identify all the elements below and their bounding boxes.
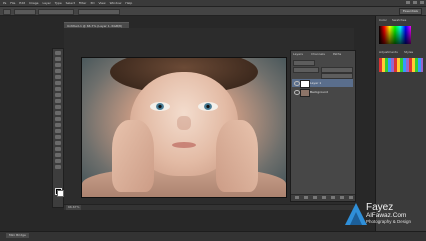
tab-paths[interactable]: Paths	[333, 52, 341, 57]
gradient-tool-icon[interactable]	[55, 117, 61, 121]
photo-nose	[177, 116, 191, 130]
tab-mini-bridge[interactable]: Mini Bridge	[6, 233, 29, 238]
menu-ps-logo[interactable]: Ps	[3, 0, 6, 6]
photo-left-eye	[150, 102, 170, 111]
tab-layers[interactable]: Layers	[293, 52, 303, 57]
dodge-tool-icon[interactable]	[55, 129, 61, 133]
fx-icon[interactable]	[303, 196, 308, 199]
workspace-select[interactable]: Essentials	[398, 8, 422, 15]
menu-help[interactable]: Help	[125, 0, 132, 6]
menu-file[interactable]: File	[10, 0, 15, 6]
brush-tool-icon[interactable]	[55, 93, 61, 97]
menu-select[interactable]: Select	[66, 0, 75, 6]
menu-layer[interactable]: Layer	[42, 0, 50, 6]
clone-stamp-tool-icon[interactable]	[55, 99, 61, 103]
maximize-icon[interactable]	[413, 1, 418, 4]
eraser-tool-icon[interactable]	[55, 111, 61, 115]
layer-name: Layer 1	[310, 81, 322, 85]
mask-icon[interactable]	[312, 196, 317, 199]
show-transform-controls[interactable]	[38, 9, 74, 15]
background-color-swatch[interactable]	[57, 190, 64, 197]
layers-panel-footer	[291, 194, 355, 201]
link-layers-icon[interactable]	[295, 196, 299, 199]
layer-filter-select[interactable]	[293, 60, 315, 66]
quick-select-tool-icon[interactable]	[55, 69, 61, 73]
close-icon[interactable]	[420, 1, 424, 4]
photo-left-hand	[112, 120, 154, 192]
move-tool-icon[interactable]	[55, 51, 61, 55]
eyedropper-tool-icon[interactable]	[55, 81, 61, 85]
layer-name: Background	[310, 90, 328, 94]
layer-thumbnail	[300, 80, 310, 88]
portrait-photo[interactable]	[81, 57, 287, 198]
menu-type[interactable]: Type	[55, 0, 62, 6]
pen-tool-icon[interactable]	[55, 135, 61, 139]
tab-adjustments[interactable]: Adjustments	[379, 50, 398, 55]
menu-image[interactable]: Image	[29, 0, 38, 6]
zoom-level[interactable]: 66.67%	[66, 205, 82, 210]
tool-preset-picker[interactable]	[3, 9, 11, 15]
history-brush-tool-icon[interactable]	[55, 105, 61, 109]
tab-styles[interactable]: Styles	[404, 50, 413, 55]
blur-tool-icon[interactable]	[55, 123, 61, 127]
brand-tagline: Photography & Design	[366, 219, 412, 224]
layer-row[interactable]: Background	[292, 88, 353, 97]
new-group-icon[interactable]	[330, 196, 335, 199]
menu-edit[interactable]: Edit	[19, 0, 25, 6]
trash-icon[interactable]	[348, 196, 353, 199]
auto-select-option[interactable]	[14, 9, 36, 15]
healing-brush-tool-icon[interactable]	[55, 87, 61, 91]
new-layer-icon[interactable]	[339, 196, 344, 199]
photo-right-hand	[216, 120, 258, 192]
hand-tool-icon[interactable]	[55, 159, 61, 163]
adjustment-layer-icon[interactable]	[321, 196, 326, 199]
color-spectrum-shade	[379, 26, 411, 44]
menu-filter[interactable]: Filter	[79, 0, 86, 6]
align-buttons[interactable]	[78, 9, 120, 15]
tools-panel	[52, 48, 64, 208]
menu-window[interactable]: Window	[110, 0, 122, 6]
photo-mouth	[172, 142, 196, 148]
tab-swatches[interactable]: Swatches	[392, 18, 406, 23]
layer-thumbnail	[300, 89, 310, 97]
window-controls	[404, 1, 424, 5]
path-select-tool-icon[interactable]	[55, 147, 61, 151]
marquee-tool-icon[interactable]	[55, 57, 61, 61]
menu-view[interactable]: View	[98, 0, 105, 6]
blend-mode-select[interactable]	[293, 67, 319, 73]
lasso-tool-icon[interactable]	[55, 63, 61, 67]
shape-tool-icon[interactable]	[55, 153, 61, 157]
photo-right-eye	[198, 102, 218, 111]
adjustment-icons-grid[interactable]	[379, 58, 423, 72]
status-bar: 66.67%	[64, 204, 354, 210]
menu-bar: Ps File Edit Image Layer Type Select Fil…	[0, 0, 426, 7]
type-tool-icon[interactable]	[55, 141, 61, 145]
layer-row[interactable]: Layer 1	[292, 79, 353, 88]
layers-panel: Layers Channels Paths Layer 1 Background	[290, 50, 356, 202]
menu-3d[interactable]: 3D	[90, 0, 94, 6]
zoom-tool-icon[interactable]	[55, 165, 61, 169]
options-bar: Essentials	[0, 7, 426, 16]
brand-site: AlFawaz.Com	[366, 212, 407, 219]
crop-tool-icon[interactable]	[55, 75, 61, 79]
tab-color[interactable]: Color	[379, 18, 387, 23]
minimize-icon[interactable]	[406, 1, 411, 4]
brand-logo-icon	[345, 203, 367, 225]
tab-channels[interactable]: Channels	[311, 52, 325, 57]
